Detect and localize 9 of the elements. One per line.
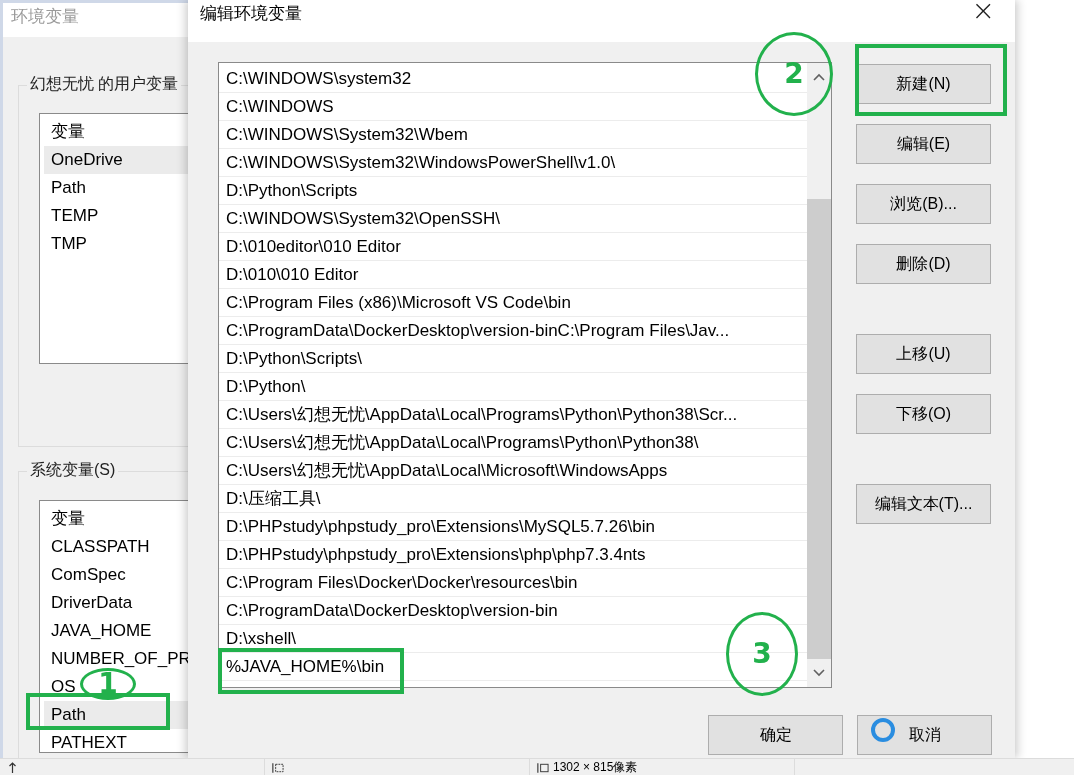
annotation-circle: 3: [726, 612, 798, 696]
column-header: 变量: [50, 121, 86, 143]
group-label: 幻想无忧 的用户变量: [27, 74, 182, 95]
annotation-circle: 2: [755, 32, 833, 116]
group-label: 系统变量(S): [27, 460, 119, 481]
image-size: 1302 × 815像素: [553, 759, 638, 775]
dialog-title: 编辑环境变量: [200, 3, 302, 25]
column-header: 变量: [50, 508, 86, 530]
window-title: 环境变量: [11, 7, 79, 26]
